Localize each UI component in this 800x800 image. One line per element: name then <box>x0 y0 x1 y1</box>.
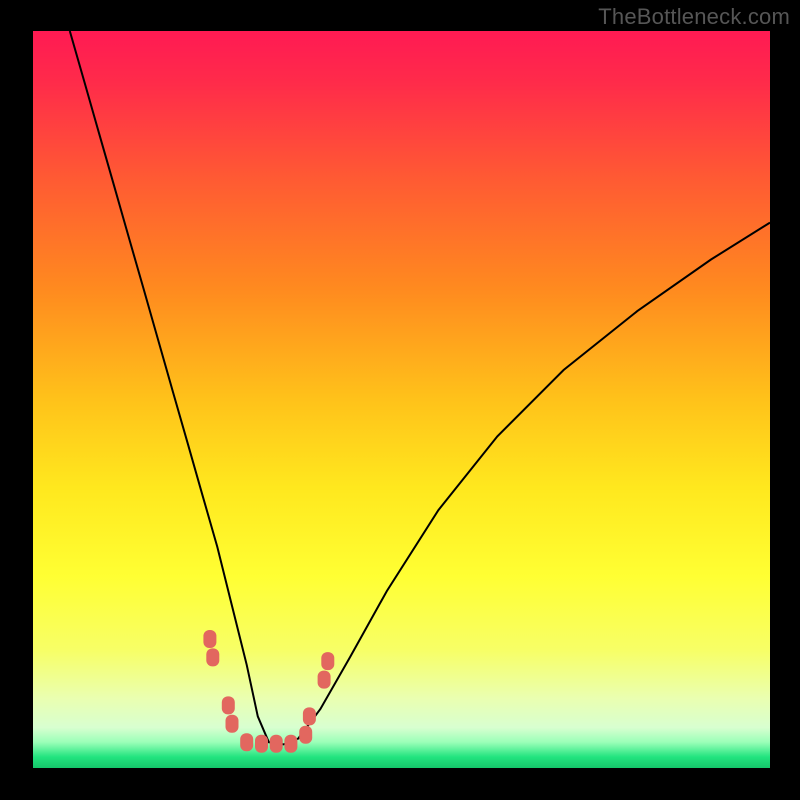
curve-marker <box>284 735 297 753</box>
chart-frame: TheBottleneck.com <box>0 0 800 800</box>
bottleneck-chart <box>0 0 800 800</box>
curve-marker <box>226 715 239 733</box>
curve-marker <box>299 726 312 744</box>
curve-marker <box>270 735 283 753</box>
curve-marker <box>303 707 316 725</box>
plot-background <box>33 31 770 768</box>
curve-marker <box>318 671 331 689</box>
curve-marker <box>240 733 253 751</box>
curve-marker <box>255 735 268 753</box>
curve-marker <box>321 652 334 670</box>
curve-marker <box>206 648 219 666</box>
curve-marker <box>222 696 235 714</box>
curve-marker <box>203 630 216 648</box>
